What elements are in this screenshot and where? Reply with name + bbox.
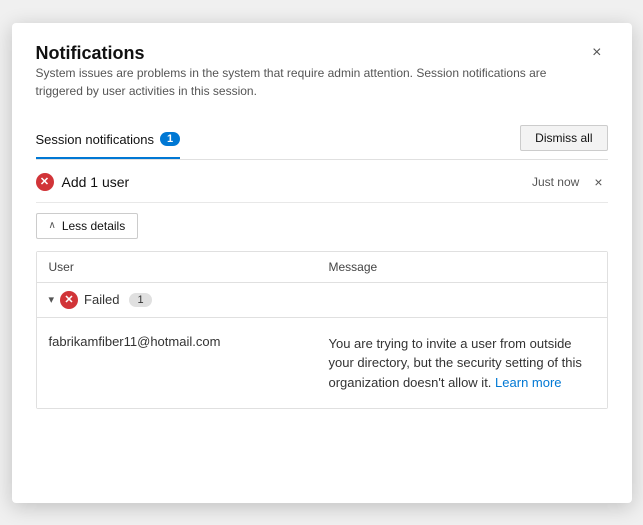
failed-section-row[interactable]: ▾ ✕ Failed 1 [37, 283, 607, 318]
notification-timestamp: Just now [532, 175, 579, 189]
notif-right: Just now × [532, 172, 608, 192]
notification-close-button[interactable]: × [589, 172, 607, 192]
failed-error-icon: ✕ [60, 291, 78, 309]
error-icon: ✕ [36, 173, 54, 191]
dialog-title: Notifications [36, 43, 556, 64]
dialog-header: Notifications System issues are problems… [36, 43, 608, 116]
dismiss-all-button[interactable]: Dismiss all [520, 125, 607, 151]
notification-title: Add 1 user [62, 174, 130, 190]
failed-label: Failed [84, 292, 119, 307]
details-toggle-button[interactable]: ∧ Less details [36, 213, 139, 239]
learn-more-link[interactable]: Learn more [495, 375, 561, 390]
user-cell: fabrikamfiber11@hotmail.com [49, 334, 329, 349]
notif-left: ✕ Add 1 user [36, 173, 130, 191]
chevron-down-icon: ▾ [49, 293, 55, 306]
notifications-dialog: Notifications System issues are problems… [12, 23, 632, 503]
column-header-message: Message [329, 260, 595, 274]
details-table: User Message ▾ ✕ Failed 1 fabrikamfiber1… [36, 251, 608, 410]
tabs-row: Session notifications 1 Dismiss all [36, 124, 608, 160]
notification-item: ✕ Add 1 user Just now × [36, 160, 608, 203]
session-notifications-tab[interactable]: Session notifications 1 [36, 124, 181, 159]
table-header-row: User Message [37, 252, 607, 283]
dialog-subtitle: System issues are problems in the system… [36, 64, 556, 100]
chevron-up-icon: ∧ [49, 220, 56, 231]
message-cell: You are trying to invite a user from out… [329, 334, 595, 393]
table-row: fabrikamfiber11@hotmail.com You are tryi… [37, 318, 607, 409]
tab-badge: 1 [160, 132, 180, 146]
failed-badge: 1 [129, 293, 151, 307]
column-header-user: User [49, 260, 329, 274]
dialog-close-button[interactable]: × [586, 43, 607, 63]
details-toggle-label: Less details [62, 219, 125, 233]
tab-label: Session notifications [36, 132, 155, 147]
